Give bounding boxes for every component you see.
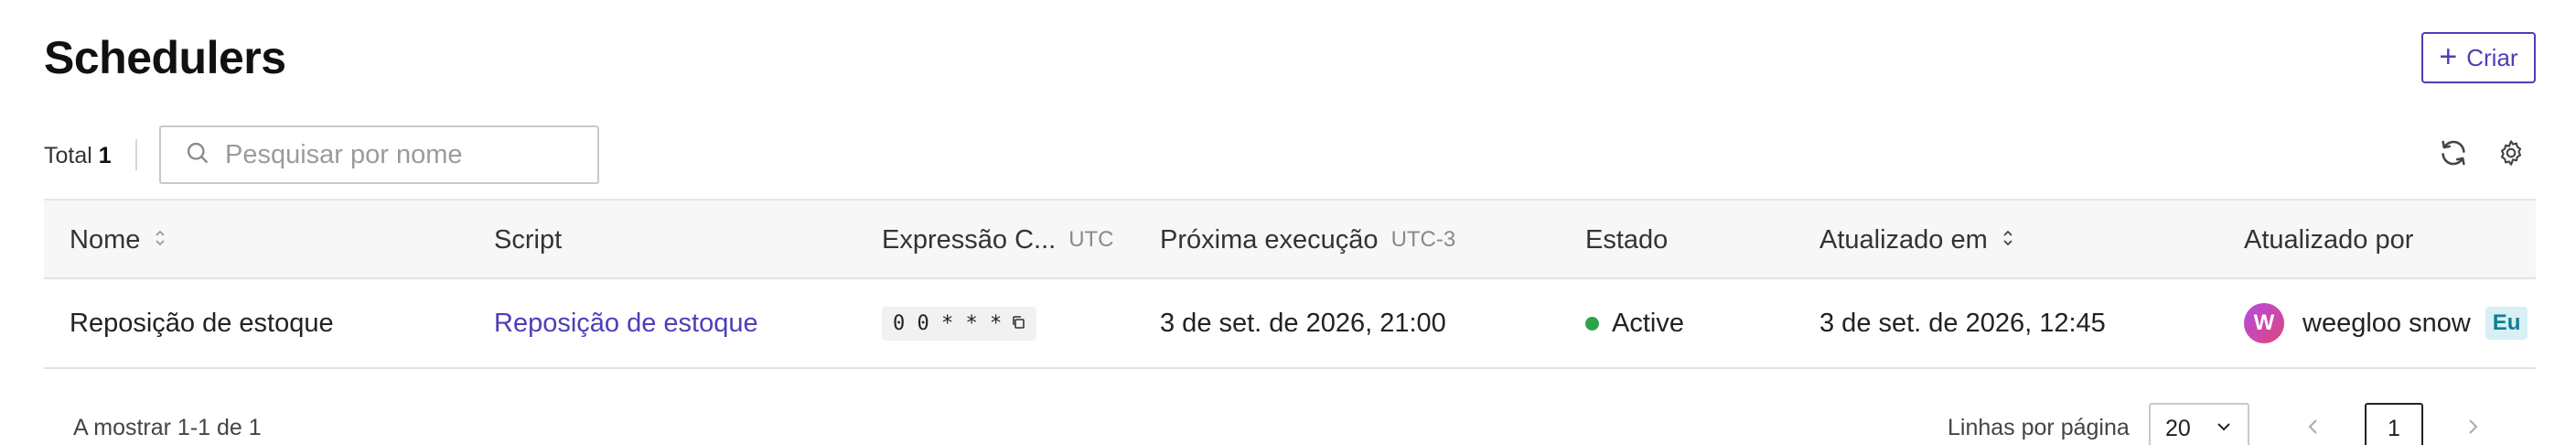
cell-state: Active	[1585, 279, 1684, 367]
sort-icon[interactable]	[2001, 225, 2015, 255]
settings-button[interactable]	[2492, 136, 2530, 174]
me-badge: Eu	[2485, 307, 2528, 340]
cell-updated-by: W weegloo snow Eu	[2244, 279, 2528, 367]
page-title: Schedulers	[44, 32, 286, 83]
cell-script: Reposição de estoque	[494, 279, 758, 367]
column-header-state: Estado	[1585, 201, 1668, 279]
divider	[135, 139, 137, 170]
total-count: Total 1	[44, 143, 112, 169]
script-link[interactable]: Reposição de estoque	[494, 309, 758, 339]
chevron-down-icon	[2215, 416, 2233, 442]
rows-per-page-value: 20	[2165, 415, 2191, 441]
column-header-updated-by: Atualizado por	[2244, 201, 2413, 279]
copy-icon[interactable]	[1011, 312, 1025, 335]
user-name: weegloo snow	[2302, 308, 2471, 338]
chevron-left-icon	[2304, 416, 2323, 442]
column-label: Atualizado por	[2244, 224, 2414, 255]
cell-updated-at: 3 de set. de 2026, 12:45	[1819, 308, 2106, 338]
column-label: Estado	[1585, 224, 1669, 255]
column-label: Nome	[70, 224, 141, 255]
cell-cron: 0 0 * * *	[882, 279, 1037, 367]
column-label: Script	[494, 224, 563, 255]
rows-per-page-label: Linhas por página	[1948, 415, 2130, 440]
create-button[interactable]: + Criar	[2421, 32, 2536, 83]
column-label: Expressão C...	[882, 224, 1057, 255]
search-icon	[185, 140, 210, 170]
cron-expression: 0 0 * * *	[882, 306, 1037, 341]
refresh-button[interactable]	[2434, 136, 2473, 174]
page-number-current[interactable]: 1	[2365, 403, 2423, 445]
chevron-right-icon	[2463, 416, 2482, 442]
timezone-label: UTC	[1068, 227, 1114, 252]
table-row[interactable]: Reposição de estoque Reposição de estoqu…	[44, 279, 2536, 369]
gear-icon	[2496, 138, 2526, 172]
plus-icon: +	[2439, 38, 2458, 74]
cell-next-run: 3 de set. de 2026, 21:00	[1160, 308, 1446, 338]
status-label: Active	[1612, 308, 1684, 338]
prev-page-button[interactable]	[2288, 403, 2339, 445]
column-header-nome[interactable]: Nome	[70, 201, 167, 279]
sort-icon[interactable]	[153, 225, 167, 255]
create-button-label: Criar	[2466, 43, 2518, 71]
next-page-button[interactable]	[2447, 403, 2498, 445]
search-input[interactable]	[225, 139, 591, 170]
column-header-updated-at[interactable]: Atualizado em	[1819, 201, 2015, 279]
total-value: 1	[98, 143, 112, 168]
avatar: W	[2244, 303, 2284, 343]
column-header-script: Script	[494, 201, 562, 279]
column-label: Próxima execução	[1160, 224, 1379, 255]
pagination-range: A mostrar 1-1 de 1	[73, 415, 262, 440]
rows-per-page-select[interactable]: 20	[2149, 403, 2249, 445]
search-box[interactable]	[159, 125, 599, 184]
column-header-next-run: Próxima execução UTC-3	[1160, 201, 1455, 279]
schedulers-table: Nome Script Expressão C... UTC Próxima e…	[44, 199, 2536, 369]
column-header-cron: Expressão C... UTC	[882, 201, 1114, 279]
table-header: Nome Script Expressão C... UTC Próxima e…	[44, 199, 2536, 279]
status-dot	[1585, 316, 1599, 331]
column-label: Atualizado em	[1819, 224, 1988, 255]
cell-name: Reposição de estoque	[70, 308, 334, 338]
total-label: Total	[44, 143, 92, 168]
timezone-label: UTC-3	[1390, 227, 1456, 252]
cron-value: 0 0 * * *	[893, 311, 1003, 335]
refresh-icon	[2438, 137, 2469, 173]
